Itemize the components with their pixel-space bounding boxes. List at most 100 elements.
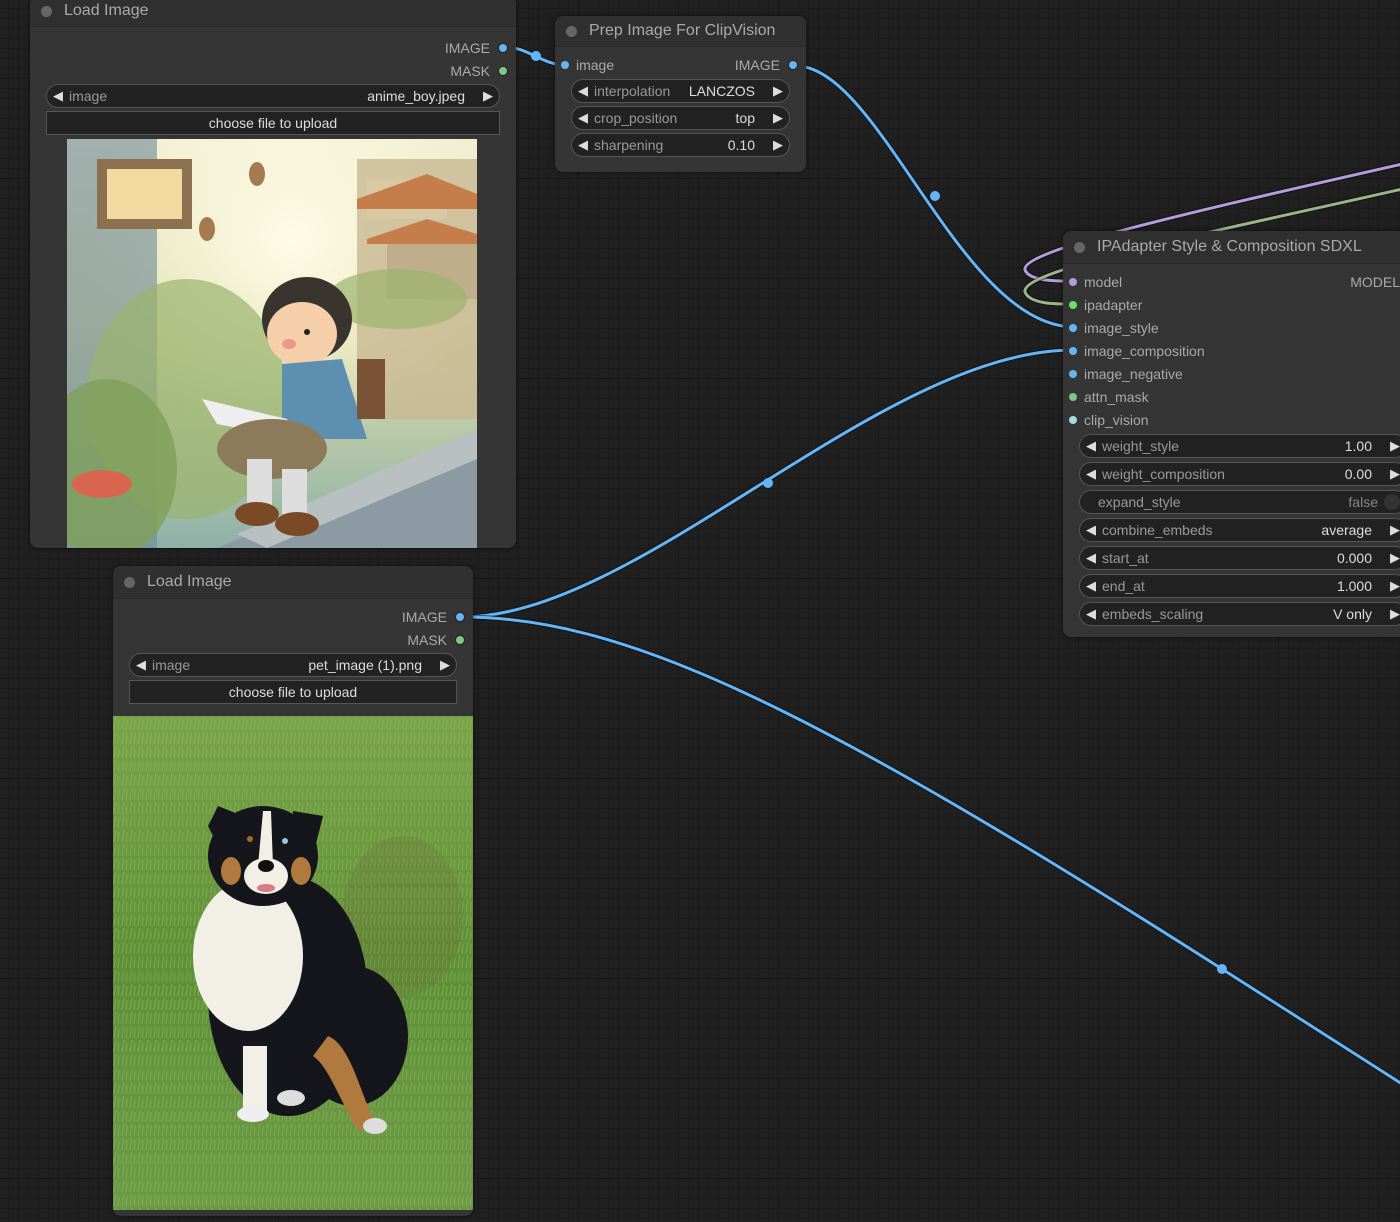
- input-dot-icon[interactable]: [1069, 369, 1077, 378]
- output-label: IMAGE: [444, 39, 490, 56]
- embeds-scaling-widget[interactable]: ◀ embeds_scaling V only ▶: [1079, 602, 1400, 626]
- weight-style-widget[interactable]: ◀ weight_style 1.00 ▶: [1079, 434, 1400, 458]
- output-label: MASK: [450, 62, 490, 79]
- image-preview: [113, 716, 473, 1210]
- toggle-knob-icon[interactable]: [1384, 494, 1400, 510]
- collapse-dot-icon[interactable]: [1074, 241, 1085, 253]
- collapse-dot-icon[interactable]: [566, 25, 577, 37]
- right-arrow-icon[interactable]: ▶: [769, 137, 783, 153]
- left-arrow-icon[interactable]: ◀: [1086, 438, 1100, 454]
- wire-prep-to-image-style[interactable]: [794, 64, 1076, 329]
- image-combo-widget[interactable]: ◀ image pet_image (1).png ▶: [129, 653, 457, 677]
- interpolation-widget[interactable]: ◀ interpolation LANCZOS ▶: [571, 79, 790, 103]
- slot-row: image IMAGE: [555, 53, 806, 76]
- right-arrow-icon[interactable]: ▶: [1386, 522, 1400, 538]
- input-dot-icon[interactable]: [1069, 323, 1077, 332]
- widget-value: top: [735, 110, 755, 126]
- collapse-dot-icon[interactable]: [124, 576, 135, 588]
- left-arrow-icon[interactable]: ◀: [136, 657, 150, 673]
- output-dot-icon[interactable]: [455, 634, 465, 645]
- left-arrow-icon[interactable]: ◀: [1086, 550, 1100, 566]
- node-title-bar[interactable]: IPAdapter Style & Composition SDXL: [1063, 231, 1400, 264]
- input-slot-image-composition[interactable]: image_composition: [1063, 339, 1400, 362]
- left-arrow-icon[interactable]: ◀: [1086, 466, 1100, 482]
- output-label: MASK: [407, 631, 447, 648]
- combine-embeds-widget[interactable]: ◀ combine_embeds average ▶: [1079, 518, 1400, 542]
- output-slot-mask[interactable]: MASK: [30, 59, 516, 82]
- output-slot-image[interactable]: IMAGE: [113, 605, 473, 628]
- input-slot-ipadapter[interactable]: ipadapter: [1063, 293, 1400, 316]
- right-arrow-icon[interactable]: ▶: [1386, 606, 1400, 622]
- left-arrow-icon[interactable]: ◀: [578, 83, 592, 99]
- input-dot-icon[interactable]: [1069, 346, 1077, 355]
- right-arrow-icon[interactable]: ▶: [769, 110, 783, 126]
- input-dot-icon[interactable]: [1069, 300, 1077, 309]
- input-dot-icon[interactable]: [561, 60, 569, 69]
- ipadapter-style-composition-node[interactable]: IPAdapter Style & Composition SDXL MODEL…: [1063, 231, 1400, 637]
- node-title-bar[interactable]: Prep Image For ClipVision: [555, 16, 806, 47]
- wire-midpoint-marker[interactable]: [763, 478, 773, 488]
- right-arrow-icon[interactable]: ▶: [1386, 438, 1400, 454]
- input-slot-image-negative[interactable]: image_negative: [1063, 362, 1400, 385]
- input-slot-attn-mask[interactable]: attn_mask: [1063, 385, 1400, 408]
- output-slot-image[interactable]: IMAGE: [735, 57, 806, 73]
- input-label: image_composition: [1084, 342, 1205, 359]
- input-slot-image[interactable]: image: [555, 57, 614, 73]
- input-dot-icon[interactable]: [1069, 415, 1077, 424]
- input-dot-icon[interactable]: [1069, 277, 1077, 286]
- wire-midpoint-marker[interactable]: [930, 191, 940, 201]
- wire-midpoint-marker[interactable]: [1217, 964, 1227, 974]
- input-slot-clip-vision[interactable]: clip_vision: [1063, 408, 1400, 431]
- weight-composition-widget[interactable]: ◀ weight_composition 0.00 ▶: [1079, 462, 1400, 486]
- prep-image-for-clipvision-node[interactable]: Prep Image For ClipVision image IMAGE ◀ …: [555, 16, 806, 172]
- output-dot-icon[interactable]: [498, 42, 508, 53]
- choose-file-button[interactable]: choose file to upload: [46, 111, 500, 135]
- left-arrow-icon[interactable]: ◀: [1086, 522, 1100, 538]
- start-at-widget[interactable]: ◀ start_at 0.000 ▶: [1079, 546, 1400, 570]
- input-slot-model[interactable]: model: [1063, 270, 1400, 293]
- right-arrow-icon[interactable]: ▶: [436, 657, 450, 673]
- output-slot-image[interactable]: IMAGE: [30, 36, 516, 59]
- widget-label: expand_style: [1098, 494, 1181, 510]
- image-combo-widget[interactable]: ◀ image anime_boy.jpeg ▶: [46, 84, 500, 108]
- widget-label: start_at: [1102, 550, 1149, 566]
- collapse-dot-icon[interactable]: [41, 5, 52, 17]
- output-label: IMAGE: [734, 56, 780, 73]
- input-slot-image-style[interactable]: image_style: [1063, 316, 1400, 339]
- wire-midpoint-marker[interactable]: [531, 51, 541, 61]
- right-arrow-icon[interactable]: ▶: [1386, 466, 1400, 482]
- left-arrow-icon[interactable]: ◀: [1086, 606, 1100, 622]
- output-dot-icon[interactable]: [498, 65, 508, 76]
- wire-load2-to-offscreen[interactable]: [460, 615, 1400, 1129]
- widgets: ◀ weight_style 1.00 ▶ ◀ weight_compositi…: [1063, 434, 1400, 626]
- input-label: attn_mask: [1084, 388, 1149, 405]
- right-arrow-icon[interactable]: ▶: [1386, 578, 1400, 594]
- output-slot-mask[interactable]: MASK: [113, 628, 473, 651]
- toggle-value: false: [1348, 494, 1378, 510]
- output-dot-icon[interactable]: [788, 59, 798, 70]
- sharpening-widget[interactable]: ◀ sharpening 0.10 ▶: [571, 133, 790, 157]
- wire-load2-to-image-composition[interactable]: [460, 348, 1076, 619]
- left-arrow-icon[interactable]: ◀: [578, 137, 592, 153]
- input-label: image_style: [1084, 319, 1159, 336]
- node-title-bar[interactable]: Load Image: [113, 566, 473, 599]
- image-preview: [67, 139, 477, 548]
- choose-file-button[interactable]: choose file to upload: [129, 680, 457, 704]
- right-arrow-icon[interactable]: ▶: [479, 88, 493, 104]
- right-arrow-icon[interactable]: ▶: [1386, 550, 1400, 566]
- widget-value: 1.000: [1336, 578, 1372, 594]
- left-arrow-icon[interactable]: ◀: [578, 110, 592, 126]
- left-arrow-icon[interactable]: ◀: [1086, 578, 1100, 594]
- load-image-node-2[interactable]: Load Image IMAGE MASK ◀ image pet_image …: [113, 566, 473, 1216]
- right-arrow-icon[interactable]: ▶: [769, 83, 783, 99]
- input-dot-icon[interactable]: [1069, 392, 1077, 401]
- widget-label: image: [69, 88, 108, 104]
- crop-position-widget[interactable]: ◀ crop_position top ▶: [571, 106, 790, 130]
- widget-label: combine_embeds: [1102, 522, 1213, 538]
- expand-style-toggle[interactable]: expand_style false: [1079, 490, 1400, 514]
- node-title-bar[interactable]: Load Image: [30, 0, 516, 27]
- end-at-widget[interactable]: ◀ end_at 1.000 ▶: [1079, 574, 1400, 598]
- output-dot-icon[interactable]: [455, 611, 465, 622]
- load-image-node-1[interactable]: Load Image IMAGE MASK ◀ image anime_boy.…: [30, 0, 516, 548]
- left-arrow-icon[interactable]: ◀: [53, 88, 67, 104]
